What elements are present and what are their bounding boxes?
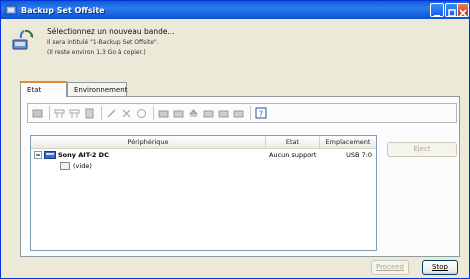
rewind-icon[interactable] xyxy=(120,107,133,120)
table-row[interactable]: Sony AIT-2 DC Aucun support USB 7:0 xyxy=(31,150,376,160)
empty-slot-icon xyxy=(60,162,70,170)
column-header-state[interactable]: Etat xyxy=(266,136,320,149)
close-button[interactable] xyxy=(457,3,469,17)
stop-label: Stop xyxy=(432,263,448,271)
svg-text:?: ? xyxy=(258,110,262,119)
toolbar: ? xyxy=(27,103,457,123)
device-state: Aucun support xyxy=(269,151,317,159)
label-icon[interactable] xyxy=(53,107,66,120)
page-title: Sélectionnez un nouveau bande... xyxy=(47,27,175,36)
scan-icon[interactable] xyxy=(202,107,215,120)
catalog-icon[interactable] xyxy=(83,107,96,120)
device-location: USB 7:0 xyxy=(346,151,372,159)
load-icon[interactable] xyxy=(157,107,170,120)
toolbar-separator xyxy=(101,106,102,120)
toolbar-separator xyxy=(250,106,251,120)
tab-environnement[interactable]: Environnement xyxy=(67,82,127,97)
tape-drive-icon xyxy=(44,151,56,159)
window-title: Backup Set Offsite xyxy=(21,5,105,15)
column-header-device[interactable]: Périphérique xyxy=(31,136,266,149)
device-name: Sony AIT-2 DC xyxy=(58,151,109,159)
minimize-icon xyxy=(434,15,440,17)
format-icon[interactable] xyxy=(31,107,44,120)
unload-icon[interactable] xyxy=(172,107,185,120)
title-bar[interactable]: Backup Set Offsite xyxy=(1,1,469,19)
device-list[interactable]: Périphérique Etat Emplacement Sony AIT-2… xyxy=(30,135,377,251)
slot-label: (vide) xyxy=(73,162,92,170)
erase-icon[interactable] xyxy=(68,107,81,120)
header-remaining-text: (Il reste environ 1,3 Go à copier.) xyxy=(47,49,146,56)
export-icon[interactable] xyxy=(232,107,245,120)
close-icon xyxy=(459,9,467,17)
app-icon xyxy=(5,5,17,15)
table-row[interactable]: (vide) xyxy=(31,161,376,171)
toolbar-separator xyxy=(49,106,50,120)
help-icon[interactable]: ? xyxy=(254,107,267,120)
app-window: Backup Set Offsite Sélectionnez un nouve… xyxy=(0,0,470,279)
collapse-icon[interactable] xyxy=(34,151,42,159)
eject-icon[interactable] xyxy=(187,107,200,120)
minimize-button[interactable] xyxy=(430,3,444,17)
retension-icon[interactable] xyxy=(105,107,118,120)
header-subtitle: Il sera intitulé "1-Backup Set Offsite". xyxy=(47,39,159,46)
toolbar-separator xyxy=(153,106,154,120)
stop-button[interactable]: Stop xyxy=(422,260,458,275)
unlock-icon[interactable] xyxy=(135,107,148,120)
proceed-label: Proceed xyxy=(375,263,404,271)
eject-button[interactable]: Eject xyxy=(387,142,457,157)
tab-etat[interactable]: Etat xyxy=(20,81,67,97)
import-icon[interactable] xyxy=(217,107,230,120)
tape-swap-icon xyxy=(12,29,34,50)
proceed-button[interactable]: Proceed xyxy=(371,260,409,275)
list-header: Périphérique Etat Emplacement xyxy=(31,136,376,149)
column-header-location[interactable]: Emplacement xyxy=(320,136,376,149)
